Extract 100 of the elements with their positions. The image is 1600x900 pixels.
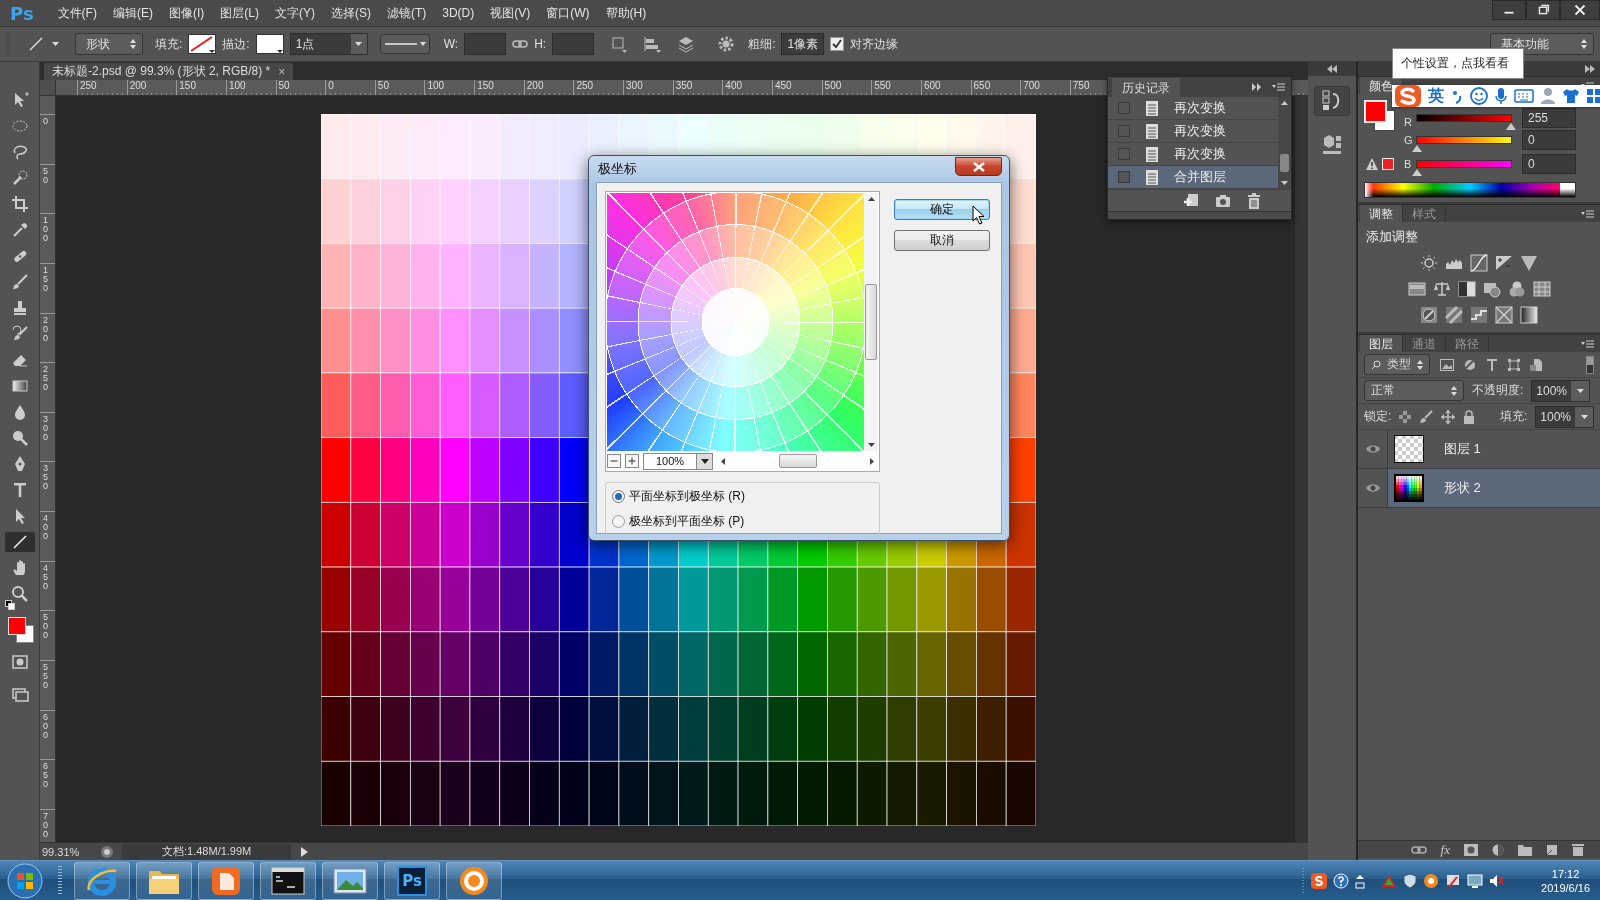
status-options-icon[interactable] [100,844,114,859]
gradient-bars-icon[interactable] [1407,280,1426,298]
close-button[interactable] [955,157,1002,176]
zoom-out-button[interactable] [607,454,621,468]
vertical-scrollbar[interactable] [864,193,878,451]
panel-tab[interactable]: 样式 [1403,205,1446,222]
height-field[interactable] [552,33,595,55]
shape-filter-icon[interactable] [1508,358,1520,371]
menu-item[interactable]: 视图(V) [482,2,539,24]
default-colors-icon[interactable] [4,600,15,610]
folder-icon[interactable] [1518,843,1532,856]
new-layer-icon[interactable] [1546,843,1558,856]
layer-row[interactable]: 图层 1 [1358,430,1600,469]
layer-row[interactable]: 形状 2 [1358,469,1600,508]
stepper-icon[interactable] [1417,359,1423,370]
gradient-icon[interactable] [10,377,29,395]
three-circles-icon[interactable] [1507,280,1526,298]
diagonal-stripes-icon[interactable] [1445,306,1463,324]
circle-slash-icon[interactable] [1420,306,1438,324]
weight-field[interactable]: 1像素 [781,33,825,55]
half-square-icon[interactable] [1457,280,1476,298]
trash-icon[interactable] [1247,192,1261,209]
menu-item[interactable]: 滤镜(T) [378,2,435,24]
channel-value-field[interactable]: 0 [1522,130,1576,150]
menu-item[interactable]: 窗口(W) [538,2,598,24]
stroke-width-field[interactable]: 1点 [289,33,368,55]
microphone-icon[interactable] [1494,87,1508,105]
smart-object-filter-icon[interactable] [1530,358,1542,371]
emoji-icon[interactable] [1470,87,1488,105]
radio-option[interactable]: 极坐标到平面坐标 (P) [612,513,873,530]
link-icon[interactable] [512,38,529,50]
menu-item[interactable]: 图层(L) [212,2,267,24]
link-layers-icon[interactable] [1410,844,1427,855]
grid-menu-icon[interactable] [1586,88,1600,104]
menu-item[interactable]: 编辑(E) [104,2,161,24]
ime-logo-icon[interactable] [1394,83,1422,109]
panel-tab[interactable]: 调整 [1360,205,1403,222]
quick-mask-icon[interactable] [10,653,29,671]
ok-button[interactable]: 确定 [894,199,990,220]
panel-tab[interactable]: 路径 [1446,335,1489,352]
tray-app-icon[interactable] [1423,872,1440,889]
menu-item[interactable]: 帮助(H) [597,2,655,24]
keyboard-icon[interactable] [1514,89,1534,103]
zoom-field[interactable]: 100% [643,452,713,470]
scroll-up-icon[interactable] [867,197,875,201]
stepper-icon[interactable] [1451,385,1457,396]
path-alignment-icon[interactable] [642,35,663,53]
color-swatches-icon[interactable] [6,616,35,644]
marquee-icon[interactable] [10,117,29,135]
steps-icon[interactable] [1470,306,1488,324]
channel-value-field[interactable]: 0 [1522,154,1576,174]
start-button[interactable] [6,861,44,900]
stroke-style-dropdown[interactable] [379,34,430,54]
show-hidden-icon[interactable] [1355,872,1366,889]
radio-button[interactable] [612,490,625,503]
curves-icon[interactable] [1470,254,1488,272]
zoom-icon[interactable] [10,585,29,603]
stroke-swatch[interactable] [255,34,284,54]
blend-mode-select[interactable]: 正常 [1364,380,1464,401]
vertical-scrollbar[interactable] [1294,96,1308,842]
width-field[interactable] [464,33,507,55]
help-icon[interactable] [1333,872,1350,889]
camera-icon[interactable] [1215,193,1231,208]
flag-icon[interactable] [1445,872,1462,889]
ime-tray-icon[interactable] [1311,872,1328,889]
scroll-thumb[interactable] [1280,154,1289,172]
mode-select[interactable]: 形状 [75,33,143,55]
history-checkbox[interactable] [1118,171,1130,183]
history-item[interactable]: 合并图层 [1108,166,1278,189]
image-filter-icon[interactable] [1440,358,1454,371]
history-panel-icon[interactable] [1322,90,1342,112]
menu-item[interactable]: 图像(I) [160,2,213,24]
lock-icon[interactable] [1463,409,1476,424]
language-mode-button[interactable]: 英 [1428,85,1444,107]
gradient-square-icon[interactable] [1520,306,1538,324]
monitor-icon[interactable] [1467,872,1484,889]
vertical-scrollbar[interactable] [1278,97,1291,189]
panel-tab[interactable]: 图层 [1360,335,1403,352]
resize-grip[interactable] [1108,211,1291,219]
history-checkbox[interactable] [1118,125,1130,137]
visibility-eye-icon[interactable] [1364,443,1381,455]
history-item[interactable]: 再次变换 [1108,97,1278,120]
crop-icon[interactable] [10,195,29,213]
scroll-thumb[interactable] [865,284,877,360]
history-item[interactable]: 再次变换 [1108,120,1278,143]
history-checkbox[interactable] [1118,102,1130,114]
adjustment-layer-icon[interactable] [1492,843,1504,856]
close-icon[interactable] [1560,0,1600,20]
shield-icon[interactable] [1403,872,1418,889]
screen-mode-icon[interactable] [10,685,29,703]
opacity-field[interactable]: 100% [1531,379,1591,402]
dropdown-icon[interactable] [700,458,709,464]
trash-icon[interactable] [1572,843,1584,856]
panel-menu-icon[interactable] [1580,338,1594,349]
fill-field[interactable]: 100% [1535,405,1594,428]
document-tab[interactable]: 未标题-2.psd @ 99.3% (形状 2, RGB/8) * × [44,63,294,80]
path-operations-icon[interactable] [610,35,629,53]
balance-scale-icon[interactable] [1432,280,1451,298]
filter-toggle-icon[interactable] [1586,355,1594,374]
cross-box-icon[interactable] [1495,306,1513,324]
